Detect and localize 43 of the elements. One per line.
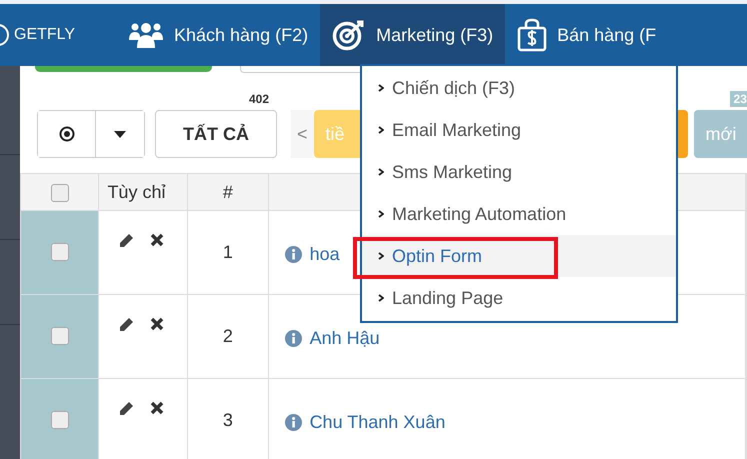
chevron-icon xyxy=(378,126,384,134)
nav-item[interactable]: Marketing (F3) xyxy=(320,4,506,66)
table-cell: 2 xyxy=(188,294,268,378)
caret-icon xyxy=(114,130,126,138)
delete-icon[interactable] xyxy=(150,401,164,415)
contact-link[interactable]: hoa xyxy=(310,244,340,264)
target-icon xyxy=(332,19,366,51)
contact-link[interactable]: Chu Thanh Xuân xyxy=(310,412,446,432)
delete-icon[interactable] xyxy=(150,317,164,331)
menu-item[interactable]: Marketing Automation xyxy=(362,193,676,235)
nav-item[interactable]: Bán hàng (F xyxy=(505,4,668,66)
pencil-icon[interactable] xyxy=(119,401,134,416)
checkbox[interactable] xyxy=(50,327,69,346)
info-icon[interactable] xyxy=(284,330,302,346)
chevron-icon xyxy=(378,294,384,302)
contact-link[interactable]: Anh Hậu xyxy=(310,328,380,348)
column-header: # xyxy=(188,174,268,210)
menu-item[interactable]: Email Marketing xyxy=(362,109,676,151)
radio-button[interactable] xyxy=(38,111,96,157)
checkbox[interactable] xyxy=(50,411,69,430)
info-icon[interactable] xyxy=(284,414,302,430)
chevron-icon xyxy=(378,252,384,260)
menu-item[interactable]: Sms Marketing xyxy=(362,151,676,193)
menu-item[interactable]: Landing Page xyxy=(362,277,676,319)
checkbox[interactable] xyxy=(50,243,69,262)
count-badge: 23 xyxy=(730,91,747,107)
table-cell: 1 xyxy=(188,210,268,294)
pencil-icon[interactable] xyxy=(119,233,134,248)
menu-item[interactable]: Chiến dịch (F3) xyxy=(362,67,676,109)
delete-icon[interactable] xyxy=(150,233,164,247)
chevron-icon xyxy=(378,168,384,176)
people-icon xyxy=(128,22,164,48)
checkbox[interactable] xyxy=(50,184,69,202)
nav-item[interactable]: Khách hàng (F2) xyxy=(116,4,320,66)
shopping-bag-icon xyxy=(517,18,548,52)
all-button[interactable]: TẤT CẢ xyxy=(155,110,277,158)
chevron-icon xyxy=(378,210,384,218)
pencil-icon[interactable] xyxy=(119,317,134,332)
brand-name[interactable]: GETFLY xyxy=(14,26,76,44)
column-header: Tùy chỉ xyxy=(98,174,188,210)
count-label: 402 xyxy=(248,92,269,106)
info-icon[interactable] xyxy=(284,246,302,262)
chevron-icon xyxy=(378,84,384,92)
